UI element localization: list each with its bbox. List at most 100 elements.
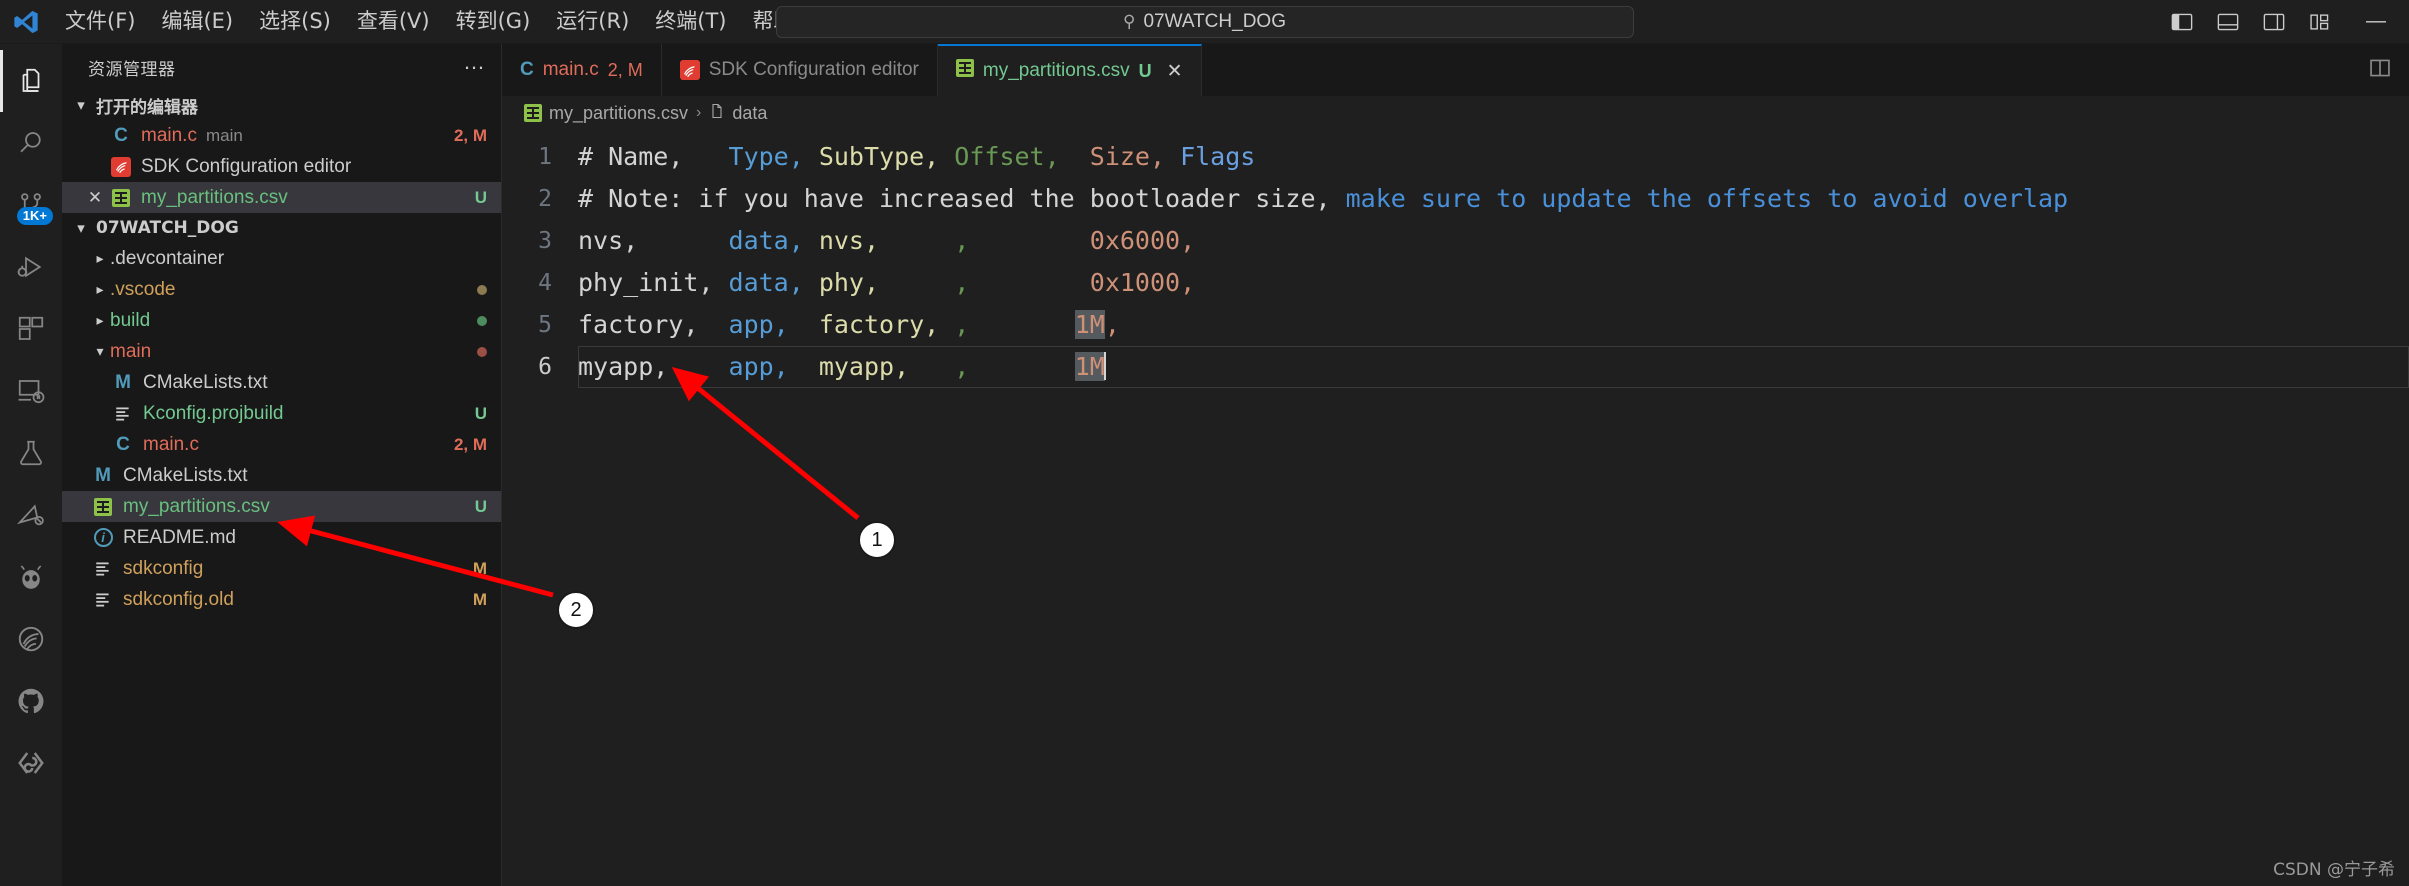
- tab-sdk-configuration-editor[interactable]: SDK Configuration editor: [661, 44, 938, 96]
- code-token: factory,: [578, 310, 729, 339]
- activity-item-remote-explorer[interactable]: [0, 360, 62, 422]
- window-minimize-button[interactable]: —: [2343, 0, 2409, 44]
- activity-item-espressif-idf[interactable]: [0, 608, 62, 670]
- tab-main-c[interactable]: C main.c 2, M: [502, 44, 662, 96]
- text-cursor: [1103, 352, 1106, 380]
- git-status-dot: [477, 346, 487, 357]
- breadcrumb-item-symbol[interactable]: data: [709, 103, 767, 124]
- tree-item-vscode[interactable]: ▸ .vscode: [62, 274, 501, 305]
- tree-item-root-cmakelists[interactable]: M CMakeLists.txt: [62, 460, 501, 491]
- activity-item-source-control[interactable]: 1K+: [0, 174, 62, 236]
- menu-run[interactable]: 运行(R): [543, 5, 642, 38]
- menu-go[interactable]: 转到(G): [443, 5, 544, 38]
- activity-item-run-and-debug[interactable]: [0, 236, 62, 298]
- breadcrumb-label: data: [732, 102, 768, 123]
- line-content: myapp, app, myapp, , 1M: [578, 346, 1106, 388]
- tree-item-build[interactable]: ▸ build: [62, 305, 501, 336]
- split-editor-icon[interactable]: [2369, 57, 2391, 84]
- tab-label: my_partitions.csv: [982, 60, 1130, 81]
- open-editor-label: SDK Configuration editor: [141, 155, 352, 177]
- open-editor-item-mainc[interactable]: C main.c main 2, M: [62, 120, 501, 151]
- open-editor-badge: 2, M: [453, 125, 487, 145]
- tree-item-main-c[interactable]: C main.c 2, M: [62, 429, 501, 460]
- cmake-file-icon: M: [115, 371, 131, 393]
- menu-edit[interactable]: 编辑(E): [148, 5, 246, 38]
- close-icon[interactable]: ✕: [82, 188, 108, 208]
- open-editor-item-my-partitions[interactable]: ✕ my_partitions.csv U: [62, 182, 501, 213]
- tree-item-sdkconfig[interactable]: sdkconfig M: [62, 553, 501, 584]
- code-token: app,: [728, 310, 819, 339]
- tree-item-main-folder[interactable]: ▾ main: [62, 336, 501, 367]
- line-content: factory, app, factory, , 1M,: [578, 304, 1120, 346]
- line-content: # Name, Type, SubType, Offset, Size, Fla…: [578, 136, 1255, 178]
- code-token: data,: [728, 268, 819, 297]
- tree-item-label: main: [110, 340, 152, 362]
- tree-item-label: .devcontainer: [110, 247, 225, 269]
- section-open-editors-label: 打开的编辑器: [96, 97, 198, 118]
- tree-item-main-cmakelists[interactable]: M CMakeLists.txt: [62, 367, 501, 398]
- chevron-right-icon: ▸: [96, 250, 104, 266]
- chevron-down-icon: ▾: [77, 219, 85, 237]
- c-file-icon: C: [116, 433, 130, 455]
- toggle-primary-sidebar-icon[interactable]: [2159, 0, 2205, 44]
- sdk-config-icon: [108, 156, 134, 177]
- menu-terminal[interactable]: 终端(T): [642, 5, 739, 38]
- code-editor[interactable]: 1 # Name, Type, SubType, Offset, Size, F…: [502, 130, 2409, 886]
- cmake-file-icon: M: [95, 464, 111, 486]
- code-token: Size,: [1089, 142, 1181, 171]
- tree-item-readme[interactable]: i README.md: [62, 522, 501, 553]
- tree-item-label: .vscode: [110, 278, 176, 300]
- code-token-highlighted: 1M: [1074, 352, 1105, 381]
- menu-view[interactable]: 查看(V): [344, 5, 443, 38]
- tree-item-devcontainer[interactable]: ▸ .devcontainer: [62, 243, 501, 274]
- code-token: ,: [954, 310, 1075, 339]
- chevron-down-icon: ▾: [77, 96, 85, 114]
- activity-item-extensions[interactable]: [0, 298, 62, 360]
- line-number: 2: [538, 186, 552, 212]
- command-center[interactable]: ⚲ 07WATCH_DOG: [775, 5, 1634, 38]
- breadcrumb-item-file[interactable]: my_partitions.csv: [524, 103, 688, 124]
- line-number: 5: [538, 312, 552, 338]
- activity-item-alien[interactable]: [0, 546, 62, 608]
- tree-item-label: CMakeLists.txt: [123, 464, 248, 486]
- workbench-body: 1K+ 资源管理器 … ▾ 打开的编辑器 C main.c main 2, M …: [0, 44, 2409, 886]
- section-workspace-root[interactable]: ▾ 07WATCH_DOG: [62, 213, 501, 243]
- chevron-right-icon: ▸: [96, 281, 104, 297]
- menu-file[interactable]: 文件(F): [52, 5, 148, 38]
- menu-selection[interactable]: 选择(S): [246, 5, 344, 38]
- window-controls: —: [2159, 0, 2409, 44]
- csv-file-icon: [955, 59, 974, 83]
- toggle-panel-icon[interactable]: [2205, 0, 2251, 44]
- close-icon[interactable]: ✕: [1167, 60, 1183, 83]
- activity-item-search[interactable]: [0, 112, 62, 174]
- tree-item-kconfig-projbuild[interactable]: Kconfig.projbuild U: [62, 398, 501, 429]
- code-token: ,: [954, 268, 1090, 297]
- open-editor-item-sdk-config[interactable]: SDK Configuration editor: [62, 151, 501, 182]
- breadcrumb-label: my_partitions.csv: [549, 102, 689, 123]
- readme-file-icon: i: [90, 528, 116, 547]
- activity-item-platformio[interactable]: [0, 484, 62, 546]
- tree-item-my-partitions-csv[interactable]: my_partitions.csv U: [62, 491, 501, 522]
- code-token: app,: [728, 352, 819, 381]
- sidebar-more-actions-icon[interactable]: …: [463, 51, 487, 77]
- activity-item-explorer[interactable]: [0, 50, 62, 112]
- code-line: 1 # Name, Type, SubType, Offset, Size, F…: [502, 136, 2409, 178]
- customize-layout-icon[interactable]: [2297, 0, 2343, 44]
- sidebar-title: 资源管理器: [88, 59, 176, 80]
- line-content: phy_init, data, phy, , 0x1000,: [578, 262, 1195, 304]
- git-status-badge: 2, M: [453, 434, 487, 454]
- line-number: 4: [538, 270, 552, 296]
- code-token: 0x1000,: [1089, 268, 1196, 297]
- tree-item-sdkconfig-old[interactable]: sdkconfig.old M: [62, 584, 501, 615]
- activity-item-testing[interactable]: [0, 422, 62, 484]
- activity-item-live-share[interactable]: [0, 732, 62, 794]
- open-editor-subpath: main: [205, 125, 243, 145]
- activity-item-github[interactable]: [0, 670, 62, 732]
- section-open-editors[interactable]: ▾ 打开的编辑器: [62, 90, 501, 120]
- csv-file-icon: [90, 497, 116, 516]
- tab-my-partitions-csv[interactable]: my_partitions.csv U ✕: [937, 44, 1202, 96]
- tree-item-label: sdkconfig.old: [123, 588, 234, 610]
- toggle-secondary-sidebar-icon[interactable]: [2251, 0, 2297, 44]
- code-token: 0x6000,: [1089, 226, 1196, 255]
- explorer-sidebar: 资源管理器 … ▾ 打开的编辑器 C main.c main 2, M SDK …: [62, 44, 502, 886]
